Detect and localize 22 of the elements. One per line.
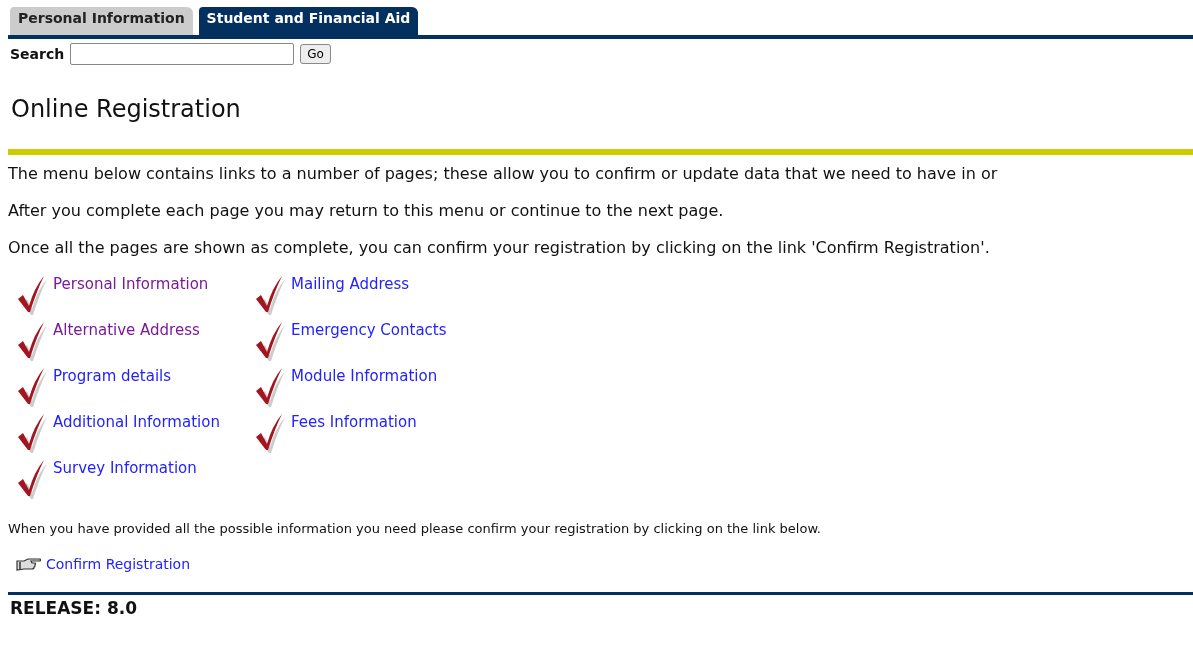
menu-link[interactable]: Emergency Contacts <box>291 321 447 339</box>
page-title: Online Registration <box>11 95 242 123</box>
search-field[interactable] <box>70 43 295 65</box>
menu-link[interactable]: Program details <box>53 367 172 385</box>
tab[interactable]: Personal Information <box>10 7 193 35</box>
menu-link[interactable]: Additional Information <box>53 413 220 431</box>
menu-link[interactable]: Survey Information <box>53 459 197 477</box>
search-label: Search <box>10 46 65 62</box>
menu-link[interactable]: Personal Information <box>53 275 209 293</box>
menu-link[interactable]: Fees Information <box>291 413 417 431</box>
pointing-hand-icon <box>16 556 42 572</box>
release-label: RELEASE: 8.0 <box>10 598 138 618</box>
menu-link[interactable]: Mailing Address <box>291 275 410 293</box>
menu-link[interactable]: Module Information <box>291 367 438 385</box>
confirm-registration-link[interactable]: Confirm Registration <box>46 556 191 572</box>
paragraph: After you complete each page you may return to this menu or continue to the next page. <box>8 201 725 220</box>
menu-link[interactable]: Alternative Address <box>53 321 200 339</box>
paragraph: Once all the pages are shown as complete, you can confirm your registration by clicking on the link 'Confirm Registration'. <box>8 238 991 257</box>
paragraph: The menu below contains links to a number of pages; these allow you to confirm or update data that we need to have in or <box>8 164 999 183</box>
confirm-note: When you have provided all the possible information you need please confirm your registration by clicking on the link below. <box>8 521 822 536</box>
tab[interactable]: Student and Financial Aid <box>198 7 419 35</box>
go-button[interactable]: Go <box>300 44 331 64</box>
